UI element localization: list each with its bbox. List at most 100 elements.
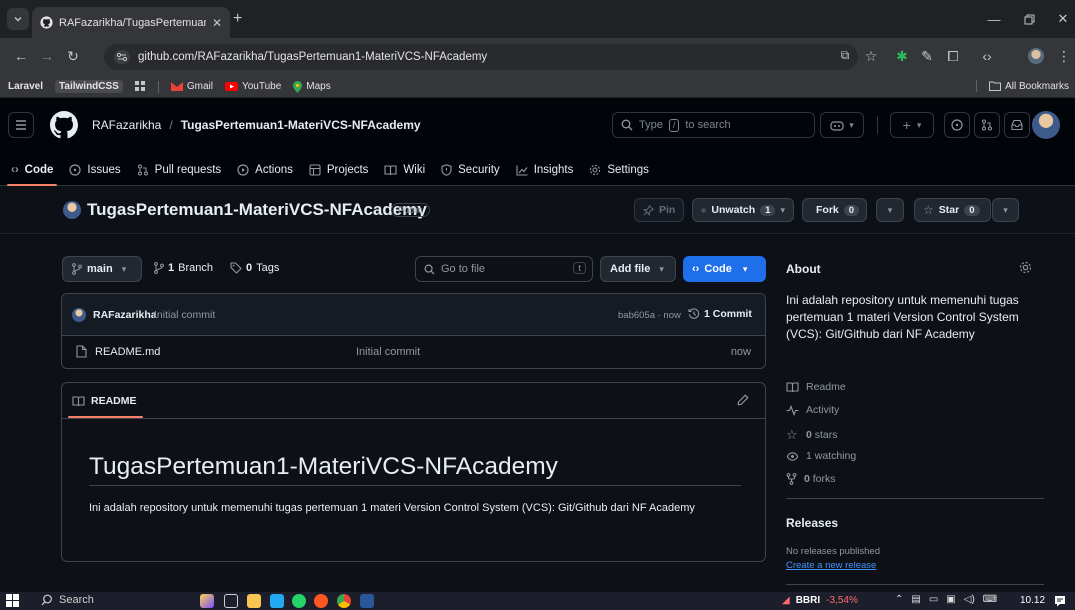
watch-count: 1: [760, 204, 776, 216]
all-bookmarks[interactable]: All Bookmarks: [976, 80, 1069, 92]
tab-code[interactable]: ‹› Code: [6, 154, 58, 186]
commit-sha-time[interactable]: bab605a · now: [618, 310, 681, 321]
gear-icon[interactable]: [1019, 261, 1032, 274]
tags-link[interactable]: 0 Tags: [230, 262, 279, 274]
code-button[interactable]: ‹› Code ▾: [683, 256, 766, 282]
readme-tab[interactable]: README: [68, 395, 142, 418]
go-to-file-input[interactable]: Go to file t: [415, 256, 593, 282]
tab-wiki[interactable]: Wiki: [384, 154, 425, 186]
issues-header-button[interactable]: [944, 112, 970, 138]
create-release-link[interactable]: Create a new release: [786, 560, 876, 571]
fork-dropdown-button[interactable]: ▾: [876, 198, 904, 222]
hamburger-menu-icon[interactable]: [8, 112, 34, 138]
bookmark-gmail[interactable]: Gmail: [170, 81, 213, 92]
watching-link[interactable]: 1 watching: [786, 450, 856, 462]
commit-author-avatar[interactable]: [72, 308, 86, 322]
tray-chevron-icon[interactable]: ⌃: [895, 594, 903, 605]
tab-security[interactable]: Security: [441, 154, 500, 186]
tab-pull-requests[interactable]: Pull requests: [137, 154, 221, 186]
notification-icon[interactable]: [1054, 595, 1066, 607]
forks-link[interactable]: 0 forks: [786, 473, 836, 485]
bookmark-laravel[interactable]: Laravel: [8, 81, 43, 92]
commits-link[interactable]: 1 Commit: [688, 308, 752, 320]
stars-link[interactable]: ☆ 0 stars: [786, 427, 838, 443]
browser-menu-icon[interactable]: ⋮: [1055, 48, 1073, 65]
volume-icon[interactable]: ◁): [964, 594, 975, 605]
devtools-code-icon[interactable]: ‹›: [978, 48, 996, 64]
bookmark-maps[interactable]: Maps: [293, 80, 331, 93]
tab-projects[interactable]: Projects: [309, 154, 368, 186]
unwatch-button[interactable]: Unwatch 1 ▾: [692, 198, 794, 222]
file-explorer-icon[interactable]: [247, 594, 261, 608]
sidebar-divider: [786, 584, 1044, 585]
chrome-icon[interactable]: [337, 594, 351, 608]
file-name[interactable]: README.md: [95, 346, 160, 358]
create-new-button[interactable]: + ▾: [890, 112, 934, 138]
extensions-puzzle-icon[interactable]: ⧠: [944, 48, 962, 65]
pencil-icon[interactable]: [737, 394, 749, 406]
keyboard-icon[interactable]: ⌨: [983, 594, 997, 605]
repo-tabs: ‹› Code Issues Pull requests Actions Pro…: [0, 154, 649, 186]
pin-button[interactable]: Pin: [634, 198, 685, 222]
add-file-button[interactable]: Add file ▾: [600, 256, 676, 282]
taskbar-clock[interactable]: 10.12: [1020, 595, 1045, 606]
star-dropdown-button[interactable]: ▾: [992, 198, 1019, 222]
github-logo-icon[interactable]: [50, 111, 78, 139]
new-tab-icon[interactable]: +: [233, 10, 242, 28]
releases-title[interactable]: Releases: [786, 516, 838, 530]
bookmark-tailwindcss[interactable]: TailwindCSS: [55, 80, 123, 93]
network-icon[interactable]: ▤: [911, 594, 920, 605]
table-row[interactable]: README.md Initial commit now: [62, 336, 765, 368]
whatsapp-icon[interactable]: [292, 594, 306, 608]
tab-insights[interactable]: Insights: [516, 154, 573, 186]
tab-issues[interactable]: Issues: [69, 154, 121, 186]
commit-author[interactable]: RAFazarikha: [93, 309, 157, 321]
restore-icon[interactable]: [1018, 8, 1040, 30]
bookmark-star-icon[interactable]: ☆: [862, 48, 880, 65]
repo-name[interactable]: TugasPertemuan1-MateriVCS-NFAcademy: [87, 200, 427, 220]
copilot-taskbar-icon[interactable]: [200, 594, 214, 608]
browser-tab-active[interactable]: RAFazarikha/TugasPertemuan1 ✕: [32, 7, 230, 38]
eyedropper-icon[interactable]: ✎: [918, 48, 936, 65]
commit-message[interactable]: Initial commit: [154, 309, 215, 321]
file-commit-message[interactable]: Initial commit: [356, 346, 420, 358]
task-view-icon[interactable]: [224, 594, 238, 608]
taskbar-search[interactable]: Search: [41, 594, 94, 606]
breadcrumb-owner[interactable]: RAFazarikha: [92, 118, 161, 132]
opera-icon[interactable]: [314, 594, 328, 608]
profile-avatar-icon[interactable]: [1028, 48, 1046, 64]
user-avatar[interactable]: [1032, 111, 1060, 139]
word-icon[interactable]: [360, 594, 374, 608]
battery-icon[interactable]: ▭: [929, 594, 938, 605]
breadcrumb-repo[interactable]: TugasPertemuan1-MateriVCS-NFAcademy: [181, 118, 421, 132]
tab-search-chevron-icon[interactable]: [7, 8, 29, 30]
branch-selector[interactable]: main ▾: [62, 256, 142, 282]
reload-icon[interactable]: ↻: [64, 48, 82, 65]
close-window-icon[interactable]: ✕: [1052, 8, 1074, 30]
apps-grid-icon[interactable]: [134, 81, 146, 92]
tab-close-icon[interactable]: ✕: [212, 16, 222, 30]
star-button[interactable]: ☆ Star 0: [914, 198, 991, 222]
pull-requests-header-button[interactable]: [974, 112, 1000, 138]
minimize-icon[interactable]: —: [983, 8, 1005, 30]
branches-link[interactable]: 1 Branch: [154, 262, 213, 274]
inbox-button[interactable]: [1004, 112, 1030, 138]
stock-widget[interactable]: ◢ BBRI -3,54%: [782, 595, 858, 606]
vscode-icon[interactable]: [270, 594, 284, 608]
back-arrow-icon[interactable]: ←: [12, 48, 30, 64]
forward-arrow-icon[interactable]: →: [38, 48, 56, 64]
address-bar[interactable]: github.com/RAFazarikha/TugasPertemuan1-M…: [104, 44, 858, 70]
search-input[interactable]: Type / to search: [612, 112, 815, 138]
cast-icon[interactable]: ⧉: [836, 48, 854, 63]
extension-green-icon[interactable]: ✱: [893, 48, 911, 65]
tab-actions[interactable]: Actions: [237, 154, 293, 186]
windows-start-icon[interactable]: [6, 594, 19, 607]
display-icon[interactable]: ▣: [946, 594, 955, 605]
bookmark-youtube[interactable]: YouTube: [224, 81, 281, 92]
activity-link[interactable]: Activity: [786, 404, 839, 416]
readme-link[interactable]: Readme: [786, 381, 846, 393]
site-info-icon[interactable]: [114, 50, 130, 64]
copilot-button[interactable]: ▾: [820, 112, 864, 138]
fork-button[interactable]: Fork 0: [802, 198, 867, 222]
tab-settings[interactable]: Settings: [589, 154, 649, 186]
